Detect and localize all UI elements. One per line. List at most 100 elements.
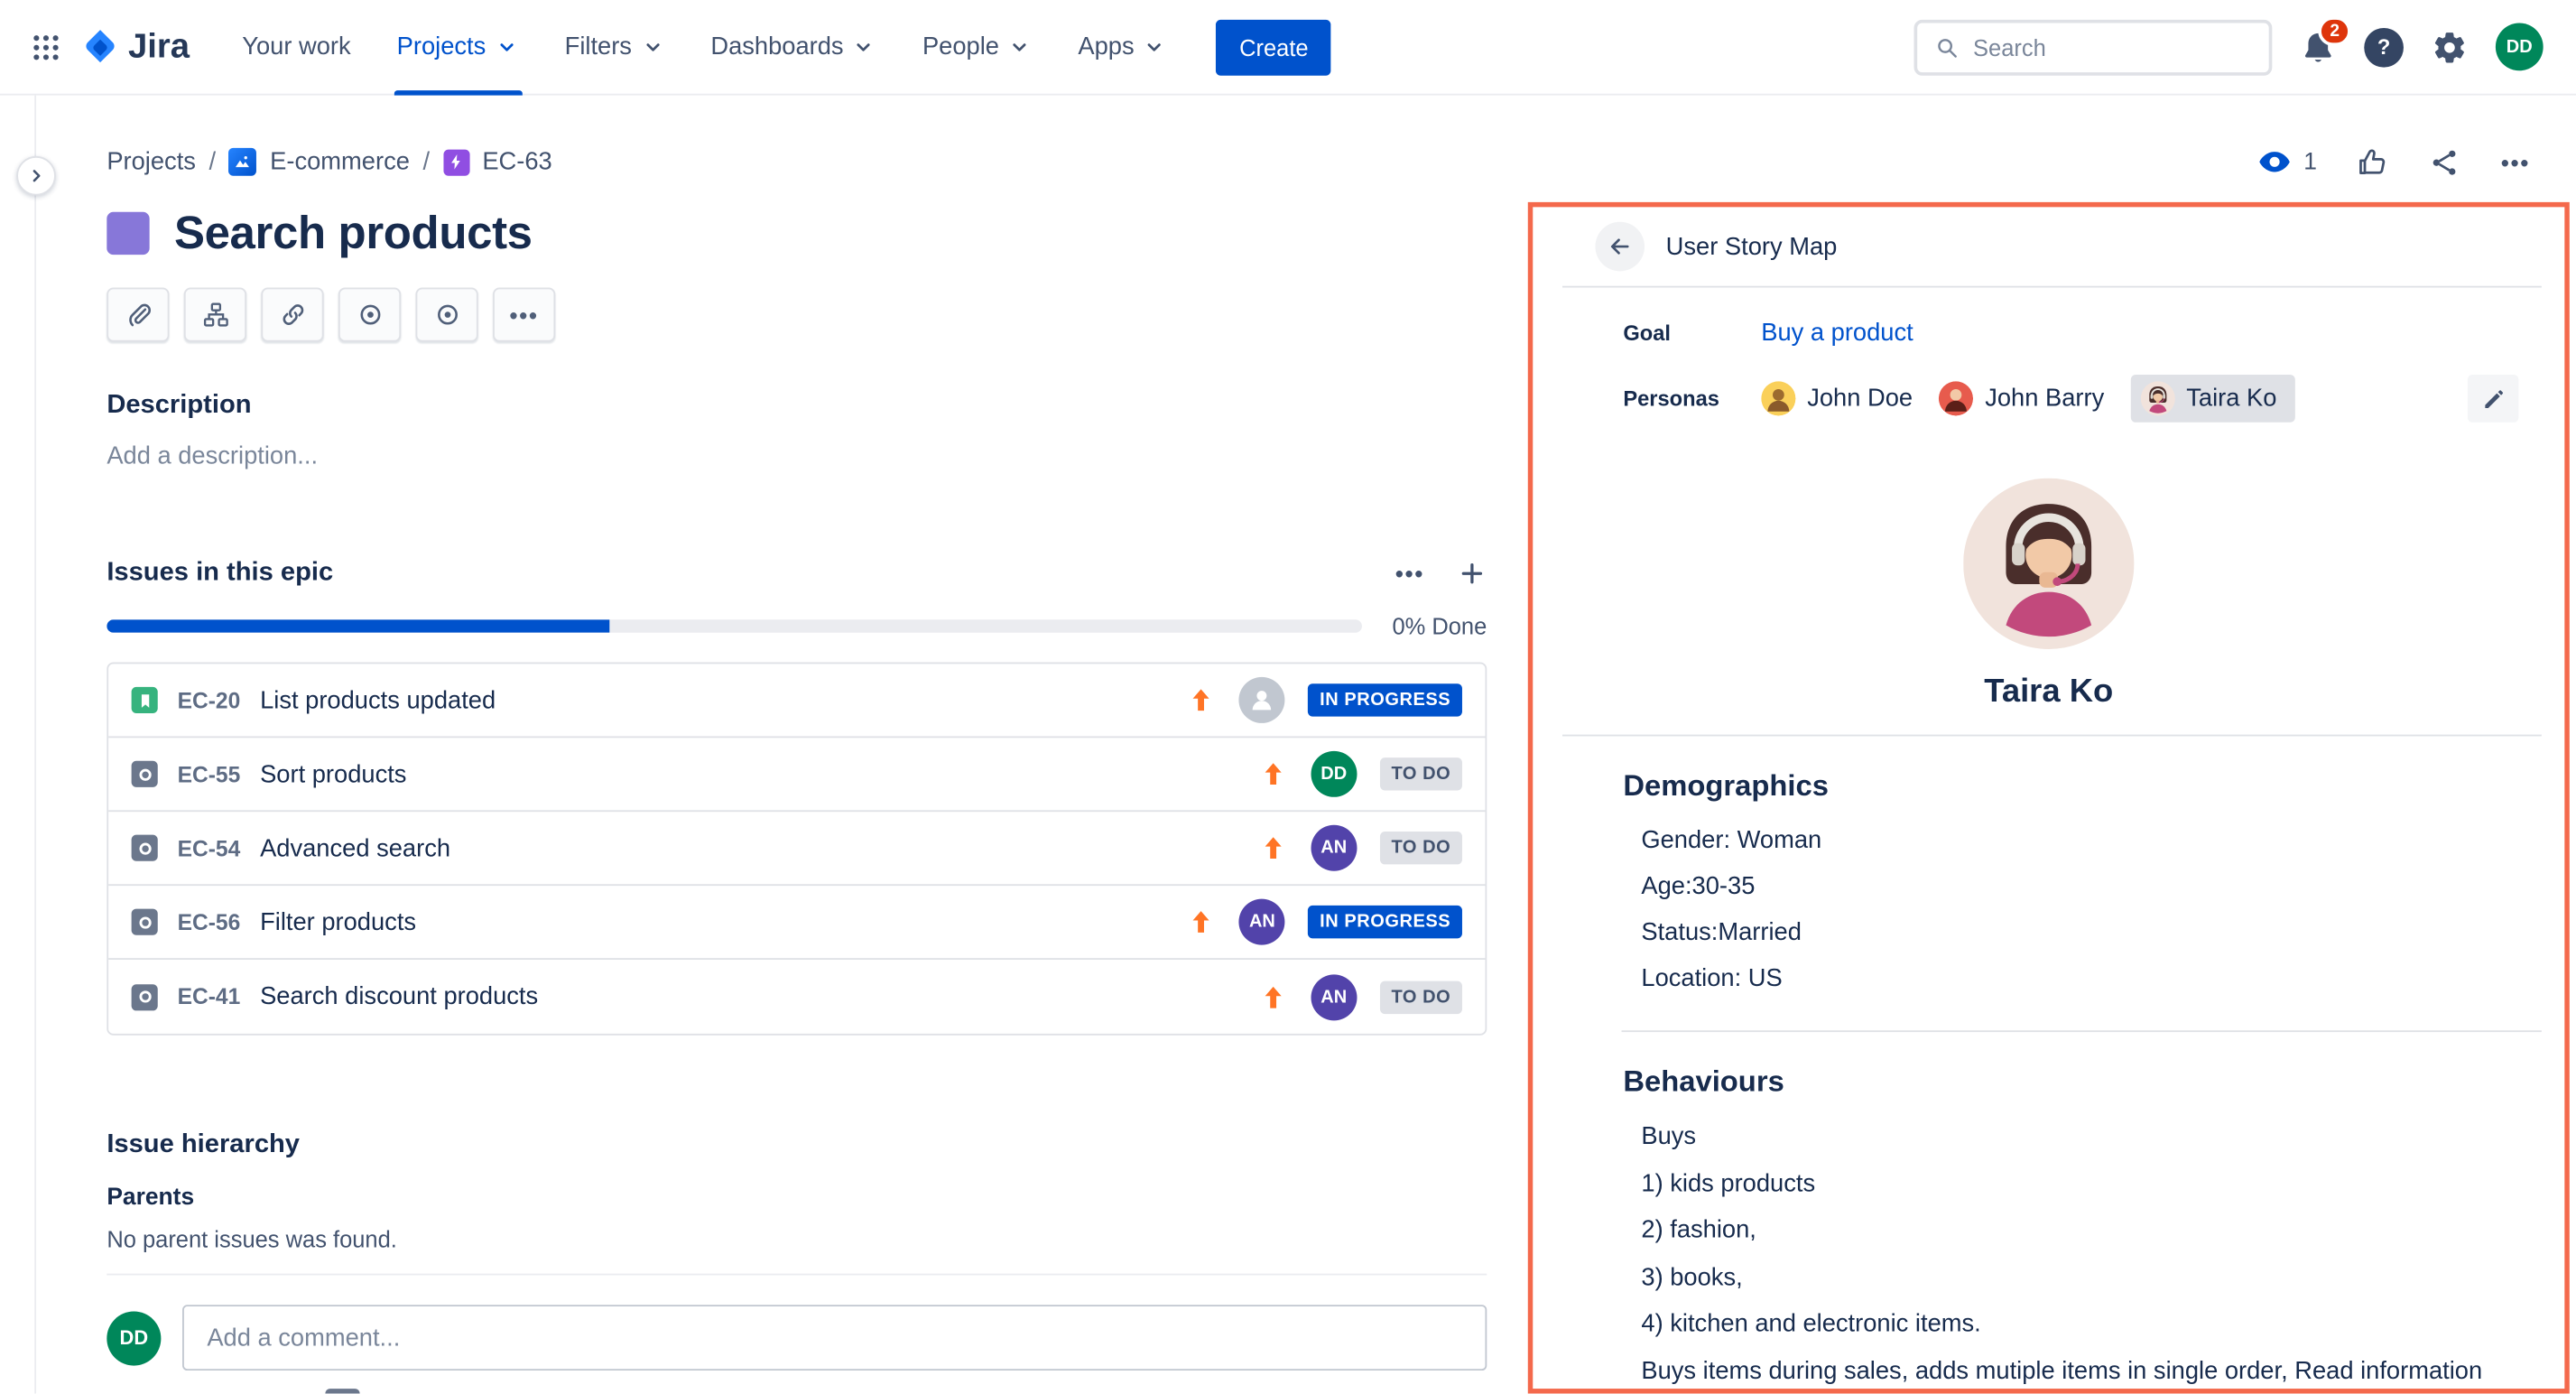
persona-chips: John Doe John Barry Taira Ko [1761,375,2294,423]
epic-type-icon [443,149,469,175]
issue-key[interactable]: EC-41 [178,984,241,1008]
nav-dashboards[interactable]: Dashboards [688,0,900,95]
demographic-line: Location: US [1641,956,2564,1002]
assignee-avatar[interactable]: DD [1311,751,1357,797]
description-placeholder[interactable]: Add a description... [107,442,1487,470]
persona-chip-john-doe[interactable]: John Doe [1761,381,1913,415]
like-button[interactable] [2357,145,2389,178]
nav-filters[interactable]: Filters [542,0,688,95]
divider [1562,735,2542,737]
priority-high-icon[interactable] [1187,907,1217,937]
issue-title[interactable]: Advanced search [260,834,450,862]
issue-title[interactable]: Filter products [260,908,416,936]
person-icon [1247,685,1277,715]
back-button[interactable] [1595,222,1645,272]
protip-suffix: to comment [369,1390,481,1394]
link-issue-button[interactable] [261,288,323,342]
assignee-avatar[interactable]: AN [1311,973,1357,1019]
issue-row-ec-20[interactable]: EC-20 List products updated IN PROGRESS [108,664,1485,738]
issue-row-ec-56[interactable]: EC-56 Filter products AN IN PROGRESS [108,886,1485,960]
issue-row-meta: IN PROGRESS [1187,677,1462,723]
edit-personas-button[interactable] [2468,375,2518,423]
issue-row-ec-55[interactable]: EC-55 Sort products DD TO DO [108,738,1485,812]
watch-button[interactable]: 1 [2257,144,2317,179]
status-badge[interactable]: TO DO [1380,757,1462,790]
settings-button[interactable] [2432,29,2468,65]
behaviour-line: 3) books, [1641,1255,2564,1302]
persona-portrait [1963,479,2134,649]
share-button[interactable] [2429,145,2461,178]
goal-link[interactable]: Buy a product [1761,319,1913,347]
persona-detail-name: Taira Ko [1533,674,2564,711]
personas-label: Personas [1623,386,1761,411]
epic-progress-row: 0% Done [107,613,1487,639]
nav-projects[interactable]: Projects [374,0,542,95]
scope-button-2[interactable] [416,288,478,342]
issue-title[interactable]: Sort products [260,760,406,788]
behaviour-line: 1) kids products [1641,1161,2564,1208]
status-badge[interactable]: TO DO [1380,980,1462,1013]
epic-more-button[interactable]: ••• [1395,561,1424,587]
global-search[interactable] [1914,19,2273,75]
demographics-heading: Demographics [1533,769,2564,804]
assignee-avatar-unassigned[interactable] [1239,677,1285,723]
attach-button[interactable] [107,288,169,342]
chevron-right-icon [24,164,47,187]
jira-logo[interactable]: Jira [79,25,190,68]
issue-key[interactable]: EC-20 [178,688,241,712]
collapsed-sidebar [0,96,36,1394]
issue-actions: 1 ••• [2257,144,2530,179]
nav-apps[interactable]: Apps [1055,0,1191,95]
issue-key[interactable]: EC-56 [178,909,241,934]
chevron-down-icon [852,34,876,59]
pencil-icon [2480,386,2507,412]
add-child-issue-button[interactable] [184,288,246,342]
sidebar-expand-button[interactable] [16,156,56,196]
issue-title[interactable]: List products updated [260,686,496,714]
breadcrumb-row: Projects / E-commerce / EC-63 1 [107,144,2530,179]
create-button[interactable]: Create [1217,19,1331,75]
epic-progress-label: 0% Done [1392,613,1487,639]
toolbar-more-button[interactable]: ••• [493,288,555,342]
status-badge[interactable]: IN PROGRESS [1308,906,1462,938]
add-issue-button[interactable] [1458,559,1487,589]
current-user-avatar: DD [107,1311,161,1365]
notifications-button[interactable]: 2 [2300,29,2336,65]
epic-progress-inprogress [107,619,609,633]
priority-high-icon[interactable] [1258,759,1288,789]
scope-button-1[interactable] [338,288,401,342]
issue-key[interactable]: EC-55 [178,762,241,786]
persona-chip-john-barry[interactable]: John Barry [1939,381,2104,415]
issue-title[interactable]: Search discount products [260,982,538,1010]
persona-chip-taira-ko[interactable]: Taira Ko [2130,375,2294,423]
priority-high-icon[interactable] [1258,833,1288,863]
issue-type-icon [132,761,158,787]
search-input[interactable] [1973,33,2252,60]
breadcrumb-issue-key[interactable]: EC-63 [482,148,551,176]
breadcrumb-project-link[interactable]: E-commerce [270,148,410,176]
more-actions-button[interactable]: ••• [2501,149,2530,175]
status-badge[interactable]: TO DO [1380,832,1462,864]
issue-row-ec-41[interactable]: EC-41 Search discount products AN TO DO [108,960,1485,1034]
target-icon [356,301,384,329]
epic-color-icon [107,212,149,255]
no-parents-text: No parent issues was found. [107,1226,1487,1252]
profile-avatar[interactable]: DD [2496,23,2544,70]
assignee-avatar[interactable]: AN [1239,899,1285,945]
assignee-avatar[interactable]: AN [1311,825,1357,871]
priority-high-icon[interactable] [1187,685,1217,715]
thumbs-up-icon [2357,145,2389,178]
issue-key[interactable]: EC-54 [178,836,241,860]
app-switcher-button[interactable] [30,31,62,63]
divider [107,1274,1487,1276]
issue-row-ec-54[interactable]: EC-54 Advanced search AN TO DO [108,812,1485,886]
epic-issues-heading: Issues in this epic [107,559,333,589]
help-button[interactable]: ? [2364,27,2404,67]
breadcrumb-projects-link[interactable]: Projects [107,148,196,176]
top-navigation: Jira Your work Projects Filters Dashboar… [0,0,2576,96]
nav-people[interactable]: People [899,0,1054,95]
priority-high-icon[interactable] [1258,982,1288,1012]
nav-your-work[interactable]: Your work [219,0,374,95]
comment-input[interactable] [182,1305,1487,1371]
status-badge[interactable]: IN PROGRESS [1308,683,1462,716]
